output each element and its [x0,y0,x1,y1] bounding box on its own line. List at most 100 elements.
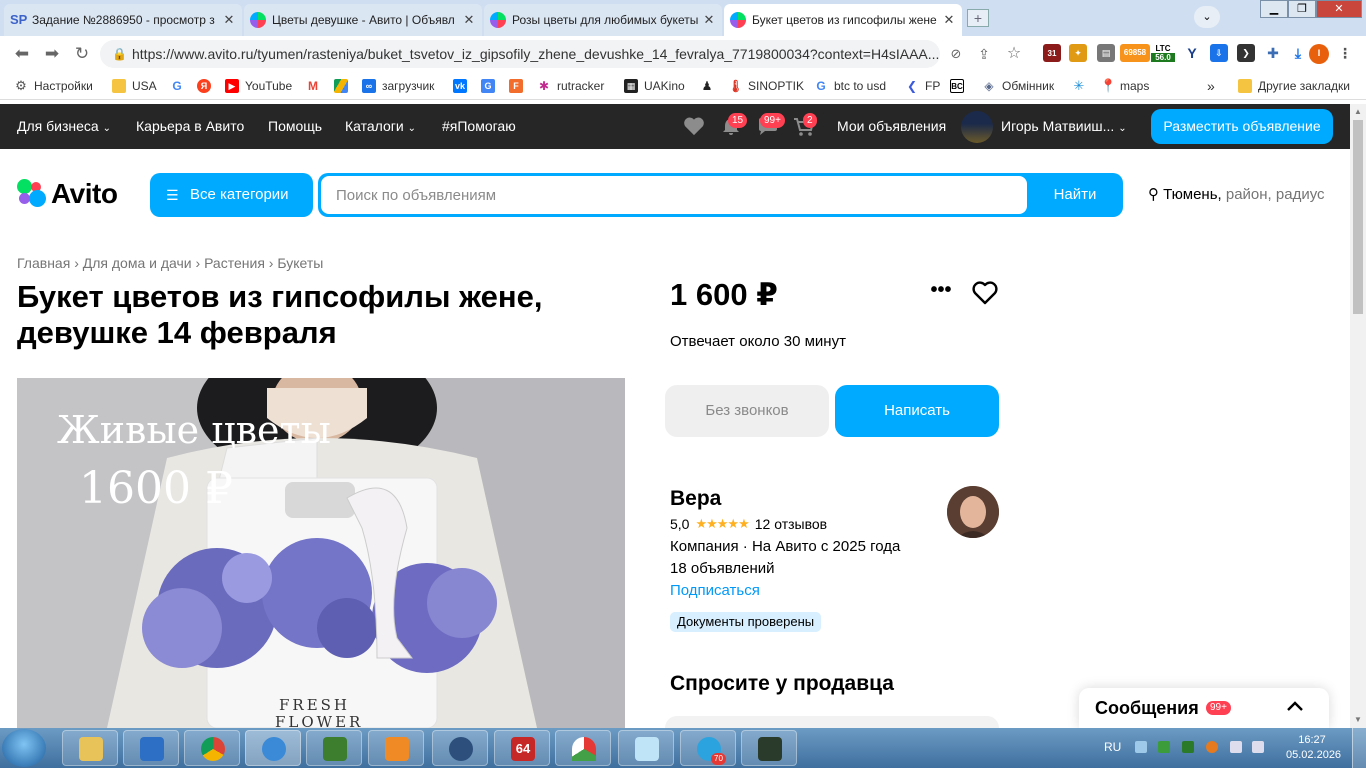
bookmark-google[interactable]: G [170,78,190,94]
scroll-down-icon[interactable]: ▼ [1350,712,1366,728]
taskbar-browser[interactable] [245,730,301,766]
arrow-extension-icon[interactable]: ❯ [1237,44,1255,62]
seller-rating[interactable]: 5,0 ★★★★★ 12 отзывов [670,516,827,532]
seller-name[interactable]: Вера [670,487,721,511]
no-calls-button[interactable]: Без звонков [665,385,829,437]
menu-icon[interactable]: ⋮ [1336,44,1354,62]
avito-logo[interactable]: Avito [17,178,118,210]
my-ads-link[interactable]: Мои объявления [837,118,946,134]
window-close-button[interactable]: ✕ [1316,0,1362,18]
seller-ads-count[interactable]: 18 объявлений [670,560,775,577]
tab-task[interactable]: SP Задание №2886950 - просмотр з ✕ [4,4,242,36]
user-avatar[interactable] [961,111,993,143]
write-message-button[interactable]: Написать [835,385,999,437]
messages-label[interactable]: Сообщения [1095,698,1199,719]
bookmark-star-icon[interactable]: ☆ [1002,42,1026,66]
start-button[interactable] [2,729,46,767]
ltc-extension-icon[interactable]: LTC 56.0 [1151,44,1175,62]
y-extension-icon[interactable]: Y [1183,44,1201,62]
tab-avito-flowers[interactable]: Цветы девушке - Авито | Объявл ✕ [244,4,482,36]
bookmark-youtube[interactable]: ▶ YouTube [225,78,292,94]
tab-avito-roses[interactable]: Розы цветы для любимых букеты ✕ [484,4,722,36]
chevron-up-icon[interactable] [1284,696,1306,718]
bookmark-drive[interactable] [334,78,354,94]
scroll-up-icon[interactable]: ▲ [1350,104,1366,120]
nav-business[interactable]: Для бизнеса ⌄ [17,118,111,134]
nav-catalogs[interactable]: Каталоги ⌄ [345,118,416,134]
post-ad-button[interactable]: Разместить объявление [1151,109,1333,144]
maximize-button[interactable]: ❐ [1288,0,1316,18]
language-indicator[interactable]: RU [1104,740,1121,754]
find-button[interactable]: Найти [1030,176,1120,214]
back-icon[interactable]: ⬅ [10,42,34,66]
download-extension-icon[interactable]: ⇩ [1210,44,1228,62]
favorite-heart-icon[interactable] [971,280,999,306]
search-input[interactable] [321,176,1027,214]
location-selector[interactable]: ⚲ Тюмень, район, радиус [1148,185,1325,203]
taskbar-telegram[interactable]: 70 [680,730,736,766]
show-desktop-button[interactable] [1352,728,1366,768]
shield-extension-icon[interactable]: ✦ [1069,44,1087,62]
bookmark-maps[interactable]: 📍 maps [1100,78,1149,94]
close-icon[interactable]: ✕ [462,12,476,28]
tray-app-icon[interactable] [1182,741,1194,753]
nav-ya-pomogayu[interactable]: #яПомогаю [442,118,516,134]
minimize-button[interactable]: ▁ [1260,0,1288,18]
bookmark-settings[interactable]: ⚙ Настройки [14,78,93,94]
nav-career[interactable]: Карьера в Авито [136,118,244,134]
blocked-icon[interactable]: ⊘ [944,42,968,66]
bookmark-exchange[interactable]: ◈ Обмінник [982,78,1054,94]
breadcrumb-bouquets[interactable]: Букеты [277,255,323,271]
seller-avatar[interactable] [947,486,999,538]
scrollbar-thumb[interactable] [1353,120,1363,314]
taskbar-media-player[interactable] [368,730,424,766]
taskbar-clock-app[interactable] [432,730,488,766]
btc-extension-icon[interactable]: 69858 [1120,44,1150,62]
calendar-extension-icon[interactable]: 31 [1043,44,1061,62]
bookmark-f[interactable]: F [509,78,529,94]
bookmark-loader[interactable]: ∞ загрузчик [362,78,434,94]
downloads-icon[interactable]: ⤓ [1289,44,1307,62]
close-icon[interactable]: ✕ [702,12,716,28]
profile-avatar[interactable]: I [1309,44,1329,64]
taskbar-chrome[interactable] [184,730,240,766]
briefcase-extension-icon[interactable]: ▤ [1097,44,1115,62]
taskbar-terminal[interactable] [741,730,797,766]
breadcrumb-home-garden[interactable]: Для дома и дачи [83,255,192,271]
bookmark-star[interactable]: ✳ [1072,78,1092,94]
taskbar-shield-app[interactable] [123,730,179,766]
bookmarks-more[interactable]: » [1207,78,1215,94]
tray-sync-icon[interactable] [1206,741,1218,753]
bookmark-other[interactable]: Другие закладки [1238,78,1350,94]
taskbar-app-64[interactable]: 64 [494,730,550,766]
tab-search-button[interactable]: ⌄ [1194,6,1220,28]
breadcrumb-home[interactable]: Главная [17,255,70,271]
close-icon[interactable]: ✕ [942,12,956,28]
bookmark-uakino[interactable]: ▦ UAKino [624,78,685,94]
address-bar[interactable]: 🔒 https://www.avito.ru/tyumen/rasteniya/… [100,40,940,68]
taskbar-notes[interactable] [618,730,674,766]
tab-avito-bouquet[interactable]: Букет цветов из гипсофилы жене ✕ [724,4,962,36]
bookmark-bc[interactable]: BC [950,78,970,94]
share-icon[interactable]: ⇪ [972,42,996,66]
tray-volume-icon[interactable] [1252,741,1264,753]
bookmark-chess[interactable]: ♟ [700,78,720,94]
favorites-heart-icon[interactable] [683,116,705,136]
puzzle-icon[interactable]: ✚ [1264,44,1282,62]
taskbar-explorer[interactable] [62,730,118,766]
bookmark-rutracker[interactable]: ✱ rutracker [537,78,604,94]
reload-icon[interactable]: ↻ [70,42,94,66]
tray-network-icon[interactable] [1230,741,1242,753]
new-tab-button[interactable]: + [967,9,989,27]
all-categories-button[interactable]: ☰ Все категории [150,173,313,217]
tray-monitor-icon[interactable] [1158,741,1170,753]
more-options-icon[interactable]: ••• [926,280,956,304]
bookmark-vk[interactable]: vk [453,78,473,94]
bookmark-yandex[interactable]: Я [197,78,217,94]
bookmark-btc-usd[interactable]: Gbtc to usd [814,78,886,94]
nav-help[interactable]: Помощь [268,118,322,134]
listing-photo[interactable]: Живые цветы 1600 ₽ FRESH FLOWER [17,378,625,728]
system-clock[interactable]: 16:27 05.02.2026 [1286,733,1341,763]
bookmark-translate[interactable]: G [481,78,501,94]
close-icon[interactable]: ✕ [222,12,236,28]
